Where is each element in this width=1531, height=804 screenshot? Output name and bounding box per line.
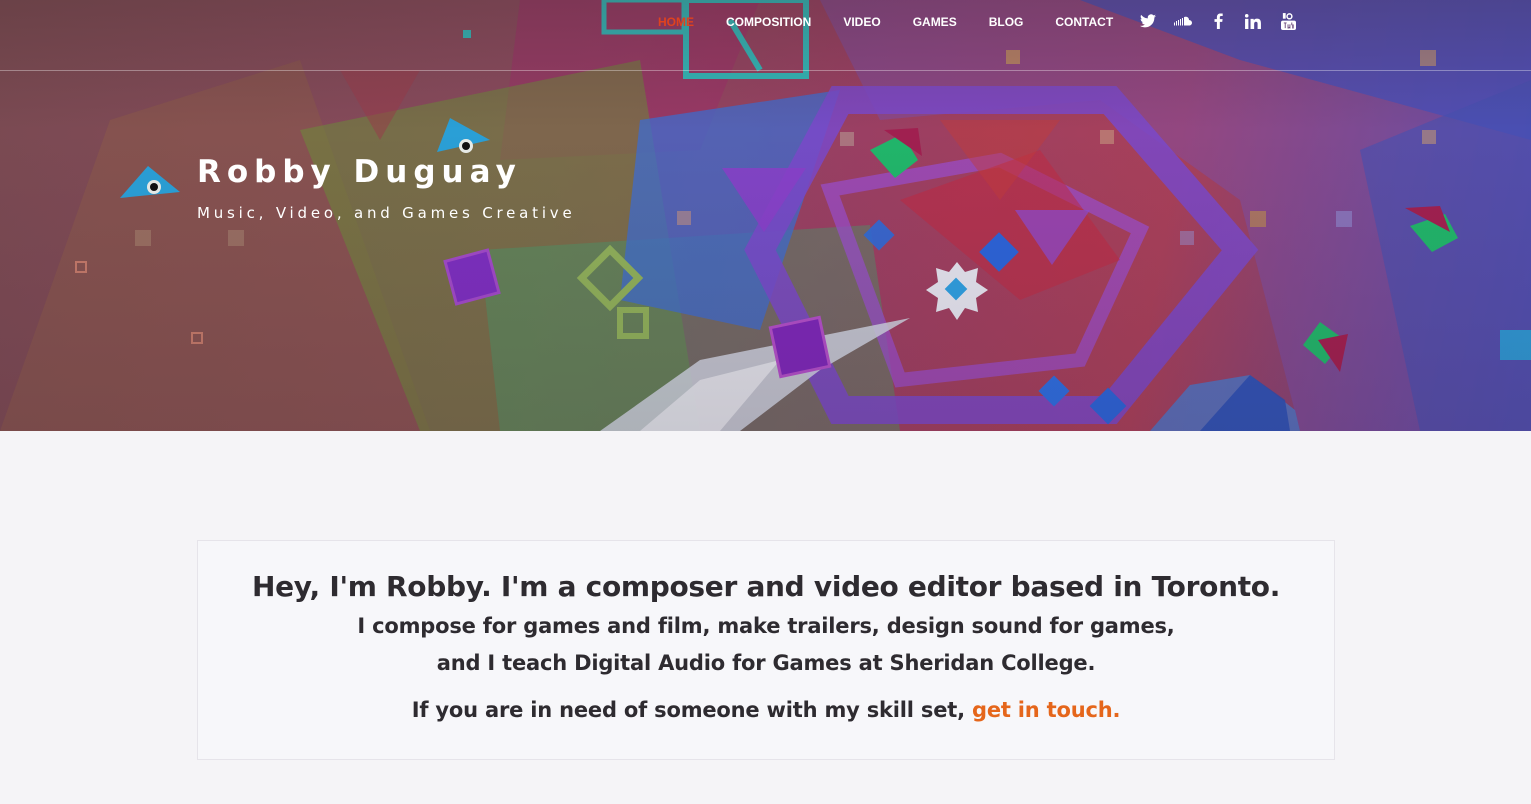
site-tagline: Music, Video, and Games Creative	[197, 204, 576, 222]
intro-line-1: I compose for games and film, make trail…	[357, 614, 1175, 638]
intro-card: Hey, I'm Robby. I'm a composer and video…	[197, 540, 1335, 760]
site-title[interactable]: Robby Duguay	[197, 152, 576, 192]
twitter-icon[interactable]	[1139, 12, 1157, 30]
nav-games[interactable]: GAMES	[913, 14, 957, 30]
intro-cta: If you are in need of someone with my sk…	[198, 692, 1334, 729]
intro-line-2: and I teach Digital Audio for Games at S…	[436, 651, 1096, 675]
cta-text: If you are in need of someone with my sk…	[411, 698, 972, 722]
nav-composition[interactable]: COMPOSITION	[726, 14, 811, 30]
site-brand: Robby Duguay Music, Video, and Games Cre…	[197, 152, 576, 222]
nav-links: HOME COMPOSITION VIDEO GAMES BLOG CONTAC…	[658, 14, 1145, 30]
facebook-icon[interactable]	[1209, 12, 1227, 30]
nav-home[interactable]: HOME	[658, 14, 694, 30]
soundcloud-icon[interactable]	[1174, 12, 1192, 30]
linkedin-icon[interactable]	[1244, 12, 1262, 30]
nav-video[interactable]: VIDEO	[843, 14, 880, 30]
nav-contact[interactable]: CONTACT	[1055, 14, 1113, 30]
top-navbar: HOME COMPOSITION VIDEO GAMES BLOG CONTAC…	[0, 0, 1531, 71]
get-in-touch-link[interactable]: get in touch.	[972, 698, 1120, 722]
hero-banner: HOME COMPOSITION VIDEO GAMES BLOG CONTAC…	[0, 0, 1531, 431]
intro-heading: Hey, I'm Robby. I'm a composer and video…	[251, 570, 1281, 603]
youtube-icon[interactable]	[1279, 12, 1297, 30]
social-links	[1139, 12, 1314, 30]
nav-blog[interactable]: BLOG	[989, 14, 1024, 30]
